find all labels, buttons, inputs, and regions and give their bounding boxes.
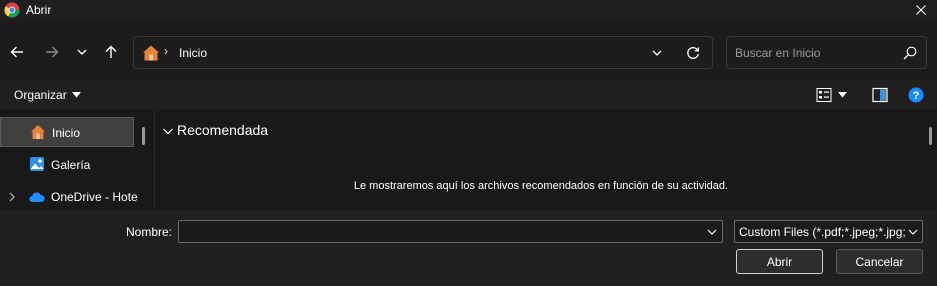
chrome-icon <box>4 2 20 18</box>
sidebar-item-label: Inicio <box>52 126 81 140</box>
organize-menu[interactable]: Organizar <box>14 88 81 102</box>
close-icon <box>916 5 926 15</box>
window-title: Abrir <box>26 3 52 17</box>
breadcrumb-separator: › <box>164 44 168 58</box>
sidebar-item-inicio[interactable]: Inicio <box>0 117 134 147</box>
sidebar-item-onedrive[interactable]: OneDrive - Hote <box>0 182 138 212</box>
arrow-right-icon <box>46 46 59 58</box>
breadcrumb-inicio[interactable]: Inicio <box>179 46 207 60</box>
navigation-pane: Inicio Galería OneDrive - Hote <box>0 109 155 210</box>
home-icon <box>31 125 45 139</box>
chevron-down-icon[interactable] <box>706 226 718 238</box>
file-type-select[interactable]: Custom Files (*.pdf;*.jpeg;*.jpg; <box>734 220 923 243</box>
caret-down-icon <box>838 92 847 98</box>
search-icon[interactable] <box>902 45 918 61</box>
close-button[interactable] <box>905 0 937 20</box>
gallery-icon <box>30 157 44 171</box>
filename-input[interactable] <box>183 224 693 240</box>
view-details-icon <box>816 88 832 102</box>
search-input[interactable] <box>735 44 895 62</box>
title-bar: Abrir <box>0 0 937 20</box>
help-icon[interactable]: ? <box>908 87 924 103</box>
sidebar-item-galeria[interactable]: Galería <box>0 150 134 180</box>
filename-combobox[interactable] <box>178 220 723 243</box>
chevron-down-icon[interactable] <box>162 125 174 137</box>
dialog-footer: Nombre: Custom Files (*.pdf;*.jpeg;*.jpg… <box>0 210 937 286</box>
svg-text:?: ? <box>913 90 920 102</box>
empty-state-message: Le mostraremos aquí los archivos recomen… <box>353 180 729 192</box>
onedrive-icon <box>29 192 45 203</box>
caret-down-icon <box>71 92 81 98</box>
navigation-bar: › Inicio <box>0 20 937 80</box>
filename-label: Nombre: <box>126 225 173 239</box>
open-button[interactable]: Abrir <box>736 249 823 274</box>
organize-label: Organizar <box>14 88 67 102</box>
chevron-down-icon <box>652 50 662 56</box>
refresh-button[interactable] <box>684 44 702 62</box>
back-button[interactable] <box>5 40 29 64</box>
sidebar-scrollbar[interactable] <box>142 127 145 145</box>
forward-button[interactable] <box>40 40 64 64</box>
address-bar[interactable]: › Inicio <box>133 36 713 69</box>
group-header-recomendada[interactable]: Recomendada <box>177 122 268 138</box>
file-list-pane: Recomendada Le mostraremos aquí los arch… <box>155 109 937 210</box>
refresh-icon <box>687 47 700 59</box>
sidebar-item-label: Galería <box>51 158 91 172</box>
address-dropdown-button[interactable] <box>649 45 665 61</box>
preview-pane-icon[interactable] <box>872 87 888 103</box>
arrow-left-icon <box>10 46 23 58</box>
main-scrollbar[interactable] <box>929 127 932 145</box>
search-box[interactable] <box>726 36 927 69</box>
home-icon <box>143 45 159 61</box>
command-toolbar: Organizar ? <box>0 80 937 109</box>
up-button[interactable] <box>99 40 123 64</box>
cancel-button[interactable]: Cancelar <box>836 249 923 274</box>
sidebar-item-label: OneDrive - Hote <box>51 190 138 204</box>
chevron-down-icon <box>77 49 87 55</box>
chevron-down-icon <box>908 229 918 235</box>
recent-locations-button[interactable] <box>70 40 94 64</box>
file-type-value: Custom Files (*.pdf;*.jpeg;*.jpg; <box>739 225 906 239</box>
chevron-right-icon[interactable] <box>7 192 17 202</box>
change-view-button[interactable] <box>816 86 856 104</box>
arrow-up-icon <box>105 45 117 58</box>
